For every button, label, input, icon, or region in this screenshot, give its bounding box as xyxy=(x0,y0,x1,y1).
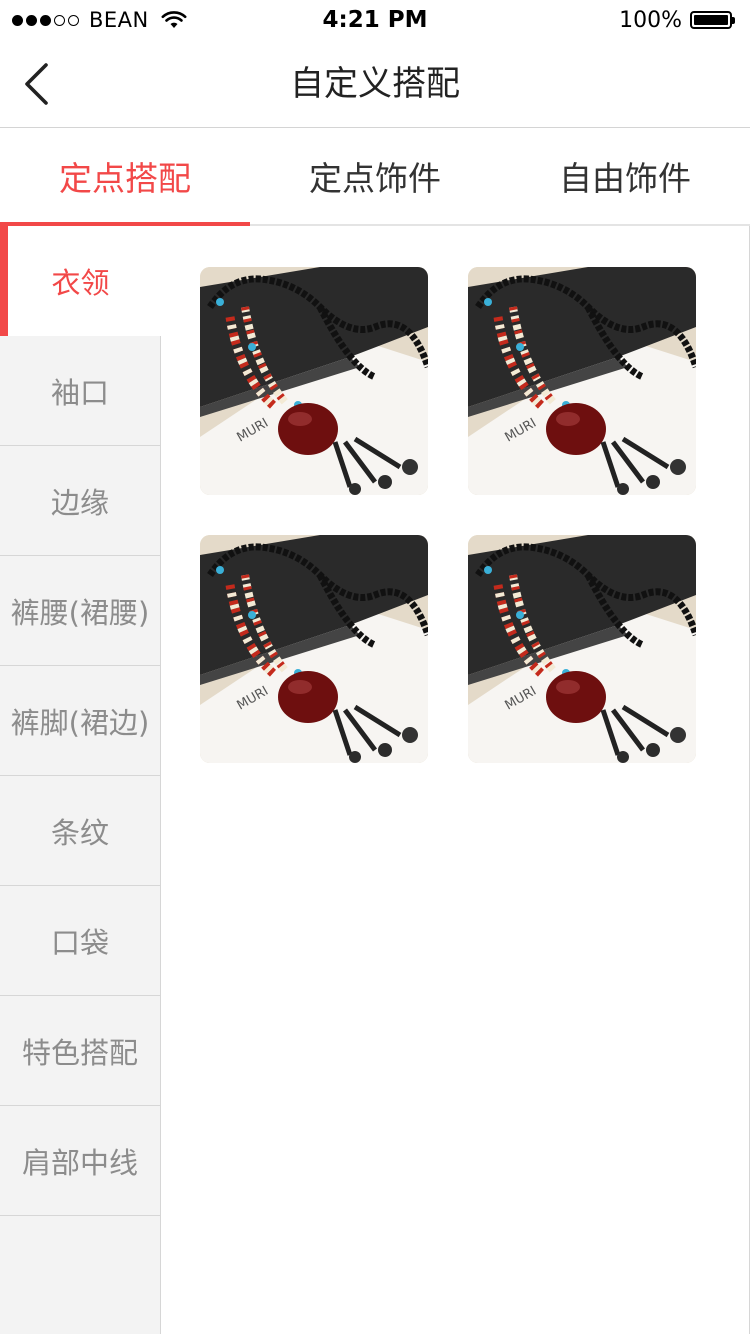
status-bar: BEAN 4:21 PM 100% xyxy=(0,0,750,40)
signal-strength-icon xyxy=(12,14,79,26)
tab-bar: 定点搭配 定点饰件 自由饰件 xyxy=(0,128,750,226)
battery-icon xyxy=(690,10,738,30)
back-button[interactable] xyxy=(12,58,60,110)
necklace-photo-image: MURI xyxy=(200,267,428,495)
tab-free-accessory[interactable]: 自由饰件 xyxy=(500,128,750,224)
battery-percent: 100% xyxy=(619,7,682,33)
sidebar-item-shoulder-seam[interactable]: 肩部中线 xyxy=(0,1106,160,1216)
sidebar-item-cuff[interactable]: 袖口 xyxy=(0,336,160,446)
sidebar-item-special[interactable]: 特色搭配 xyxy=(0,996,160,1106)
sidebar-item-waistband[interactable]: 裤腰(裙腰) xyxy=(0,556,160,666)
page-title: 自定义搭配 xyxy=(290,64,460,104)
status-left: BEAN xyxy=(0,8,187,32)
sidebar-item-stripe[interactable]: 条纹 xyxy=(0,776,160,886)
wifi-icon xyxy=(161,11,187,28)
product-thumbnail[interactable]: MURI xyxy=(200,535,428,763)
necklace-photo-image: MURI xyxy=(468,267,696,495)
status-right: 100% xyxy=(619,8,750,33)
product-thumbnail[interactable]: MURI xyxy=(468,267,696,495)
tab-fixed-match[interactable]: 定点搭配 xyxy=(0,128,250,226)
chevron-left-icon xyxy=(25,63,48,105)
sidebar-item-edge[interactable]: 边缘 xyxy=(0,446,160,556)
sidebar-item-pocket[interactable]: 口袋 xyxy=(0,886,160,996)
carrier-name: BEAN xyxy=(89,8,149,32)
product-grid: MURI MURI MURI MURI xyxy=(161,226,750,1334)
sidebar-item-hem[interactable]: 裤脚(裙边) xyxy=(0,666,160,776)
necklace-photo-image: MURI xyxy=(468,535,696,763)
category-sidebar: 衣领 袖口 边缘 裤腰(裙腰) 裤脚(裙边) 条纹 口袋 特色搭配 肩部中线 xyxy=(0,226,161,1334)
product-thumbnail[interactable]: MURI xyxy=(200,267,428,495)
nav-bar: 自定义搭配 xyxy=(0,40,750,128)
tab-fixed-accessory[interactable]: 定点饰件 xyxy=(250,128,500,224)
product-thumbnail[interactable]: MURI xyxy=(468,535,696,763)
necklace-photo-image: MURI xyxy=(200,535,428,763)
sidebar-item-collar[interactable]: 衣领 xyxy=(0,226,161,336)
